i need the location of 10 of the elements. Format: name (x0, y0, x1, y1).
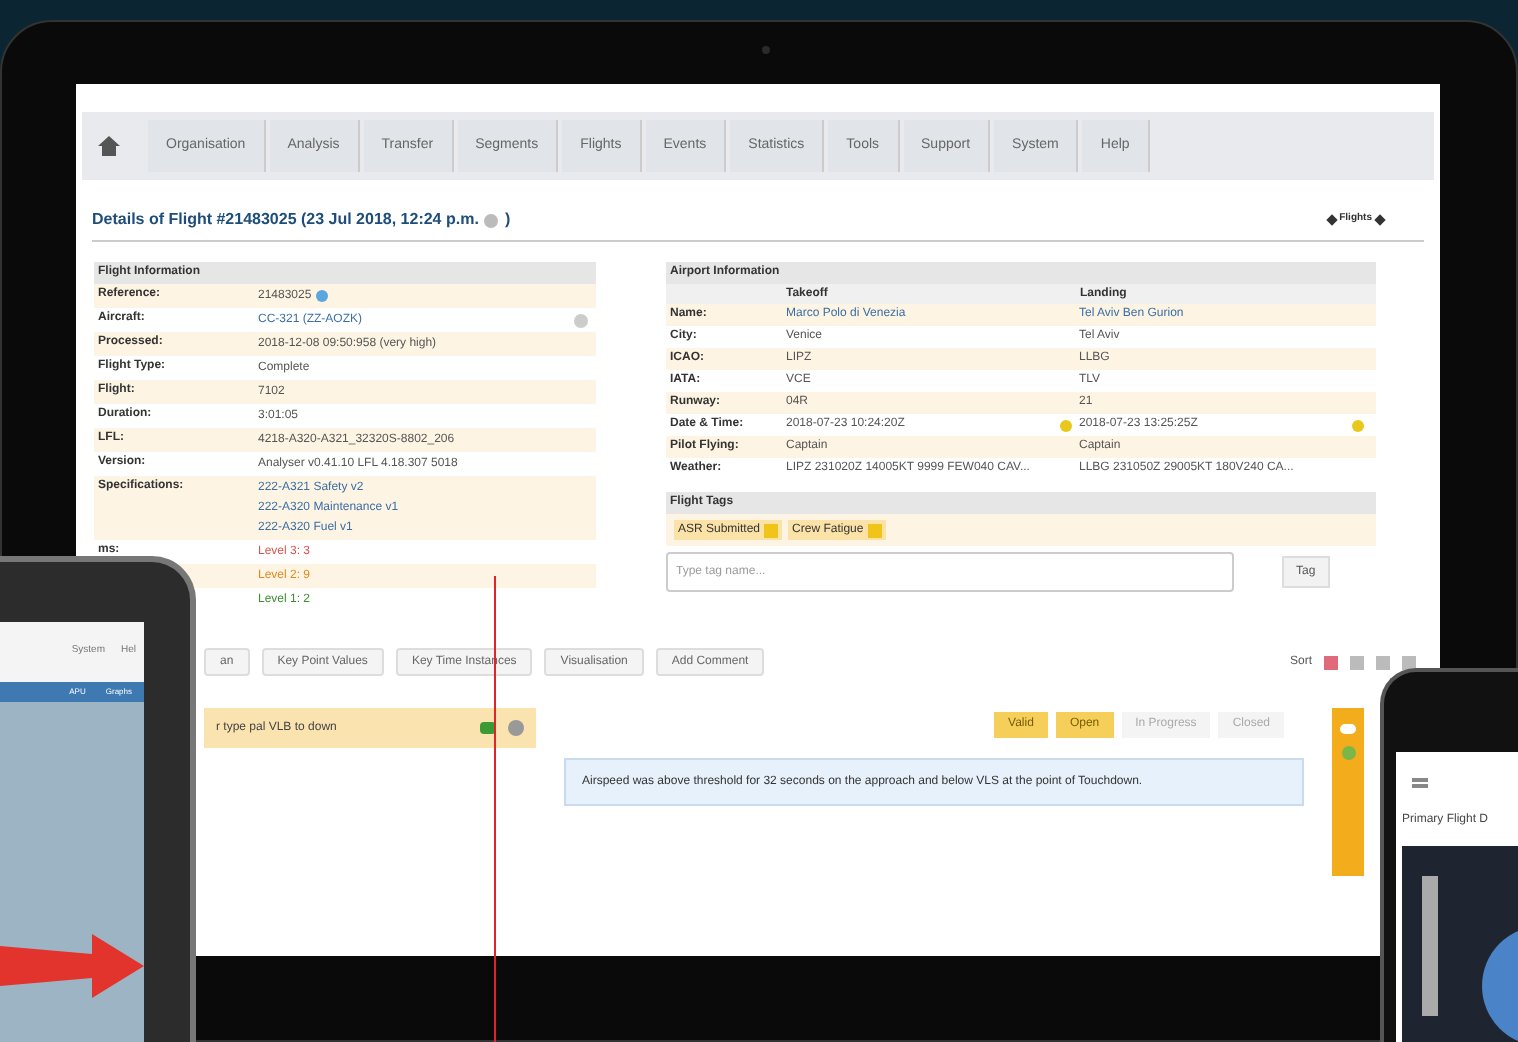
page-title: Details of Flight #21483025 (23 Jul 2018, 12:24 p.m. (92, 208, 479, 232)
home-icon[interactable] (98, 136, 120, 156)
action-icon[interactable] (574, 313, 588, 327)
sun-icon (1059, 419, 1071, 431)
sun-icon (1352, 419, 1364, 431)
tape-scale (1422, 876, 1438, 1016)
comment-icon (1340, 724, 1356, 734)
info-icon[interactable] (315, 290, 328, 302)
page-title-end: ) (504, 208, 511, 232)
menu-icon[interactable] (1412, 777, 1428, 787)
